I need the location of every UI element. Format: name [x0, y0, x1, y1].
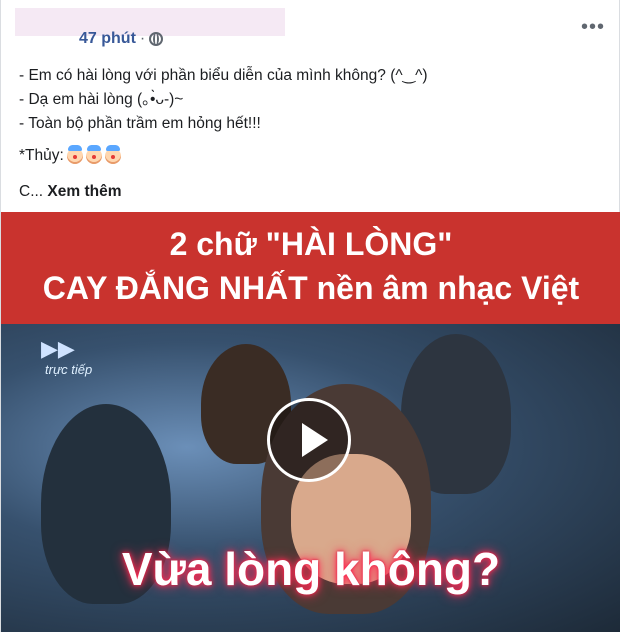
tag-label: *Thủy: [19, 147, 64, 164]
clown-face-icon [66, 145, 83, 164]
see-more-link[interactable]: Xem thêm [47, 183, 121, 200]
post-line: - Toàn bộ phần trầm em hỏng hết!!! [19, 115, 261, 132]
meta-separator: · [139, 30, 146, 47]
tag-row: *Thủy: [19, 144, 599, 168]
see-more-row: C... Xem thêm [19, 180, 599, 204]
video-title-line1: 2 chữ "HÀI LÒNG" [169, 226, 453, 262]
post-line: - Dạ em hài lòng (｡•̀ᴗ-)~ [19, 91, 184, 108]
facebook-post: 47 phút · ••• - Em có hài lòng với phần … [0, 0, 620, 632]
globe-icon[interactable] [149, 32, 164, 46]
clown-face-icon [85, 145, 102, 164]
post-time-link[interactable]: 47 phút [79, 30, 136, 48]
video-title-line2: CAY ĐẮNG NHẤT nền âm nhạc Việt [42, 270, 580, 306]
post-header: 47 phút · ••• [9, 8, 609, 58]
post-text: - Em có hài lòng với phần biểu diễn của … [19, 64, 599, 204]
live-label: trực tiếp [45, 362, 93, 377]
post-line: - Em có hài lòng với phần biểu diễn của … [19, 67, 428, 84]
play-icon[interactable] [267, 398, 351, 482]
video-player[interactable]: 2 chữ "HÀI LÒNG" CAY ĐẮNG NHẤT nền âm nh… [1, 212, 620, 632]
more-options-icon[interactable]: ••• [581, 16, 605, 39]
video-title-banner: 2 chữ "HÀI LÒNG" CAY ĐẮNG NHẤT nền âm nh… [1, 212, 620, 324]
clown-face-icon [104, 145, 121, 164]
channel-logo: ▶▶ trực tiếp [41, 336, 151, 380]
vtv-logo-icon: ▶▶ [41, 336, 75, 361]
see-more-prefix: C... [19, 183, 48, 200]
post-meta: 47 phút · [79, 30, 164, 48]
video-caption: Vừa lòng không? [121, 543, 501, 595]
